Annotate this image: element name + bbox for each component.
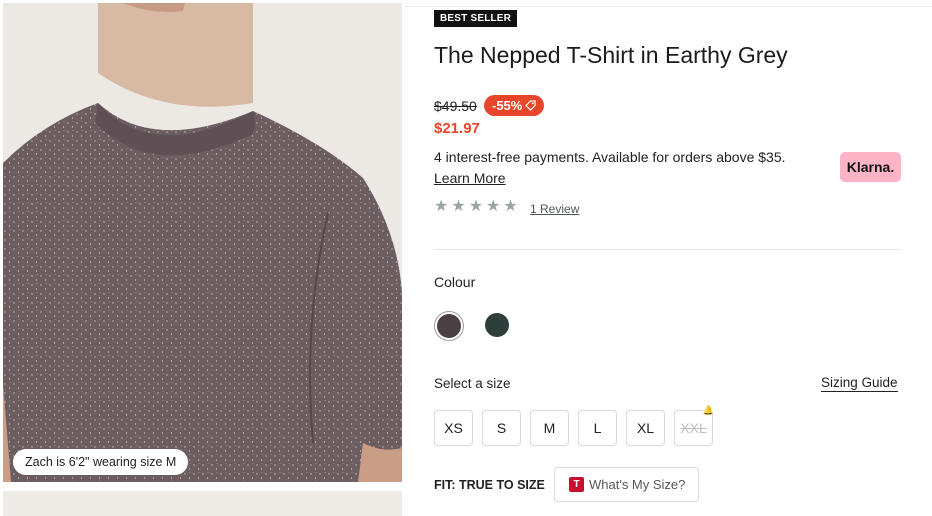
size-button-xl[interactable]: XL bbox=[626, 410, 665, 446]
size-button-m[interactable]: M bbox=[530, 410, 569, 446]
size-button-s[interactable]: S bbox=[482, 410, 521, 446]
size-label-xxl: XXL bbox=[680, 420, 707, 436]
sale-price: $21.97 bbox=[434, 120, 480, 137]
product-title: The Nepped T-Shirt in Earthy Grey bbox=[434, 42, 788, 68]
star-icon: ★ bbox=[486, 198, 501, 215]
size-button-xxl[interactable]: XXL 🔔 bbox=[674, 405, 714, 446]
colour-swatch-earthy-grey[interactable] bbox=[434, 311, 464, 341]
discount-label: -55% bbox=[492, 98, 523, 113]
size-caption: Zach is 6'2" wearing size M bbox=[13, 449, 189, 475]
learn-more-link[interactable]: Learn More bbox=[434, 170, 506, 186]
fit-label: FIT: TRUE TO SIZE bbox=[434, 478, 545, 492]
section-divider bbox=[434, 249, 901, 250]
colour-label: Colour bbox=[434, 274, 476, 290]
rating-stars[interactable]: ★ ★ ★ ★ ★ bbox=[434, 199, 518, 215]
truefit-logo-icon: T bbox=[569, 477, 584, 492]
best-seller-badge: BEST SELLER bbox=[434, 10, 518, 27]
star-icon: ★ bbox=[503, 198, 518, 215]
reviews-link[interactable]: 1 Review bbox=[530, 202, 579, 216]
next-product-photo[interactable] bbox=[3, 491, 402, 516]
swatch-dot bbox=[437, 314, 461, 338]
sizing-guide-link[interactable]: Sizing Guide bbox=[821, 375, 898, 392]
bell-icon: 🔔 bbox=[702, 405, 714, 415]
model-wearing-tshirt-image bbox=[3, 3, 402, 482]
original-price: $49.50 bbox=[434, 98, 477, 114]
discount-badge: -55% bbox=[484, 95, 545, 116]
klarna-logo: Klarna. bbox=[840, 152, 901, 182]
star-icon: ★ bbox=[451, 198, 466, 215]
size-options: XS S M L XL XXL 🔔 bbox=[434, 405, 714, 446]
whats-my-size-button[interactable]: T What's My Size? bbox=[554, 467, 699, 502]
colour-swatch-dark-green[interactable] bbox=[485, 313, 509, 337]
whats-my-size-label: What's My Size? bbox=[589, 477, 686, 492]
star-icon: ★ bbox=[434, 198, 449, 215]
klarna-message: 4 interest-free payments. Available for … bbox=[434, 149, 786, 165]
size-button-l[interactable]: L bbox=[578, 410, 617, 446]
size-button-xs[interactable]: XS bbox=[434, 410, 473, 446]
product-gallery: Zach is 6'2" wearing size M bbox=[0, 0, 404, 516]
select-size-label: Select a size bbox=[434, 376, 511, 391]
tag-icon bbox=[525, 100, 537, 111]
product-details: BEST SELLER The Nepped T-Shirt in Earthy… bbox=[434, 0, 904, 511]
star-icon: ★ bbox=[468, 198, 484, 215]
product-photo[interactable]: Zach is 6'2" wearing size M bbox=[3, 3, 402, 482]
